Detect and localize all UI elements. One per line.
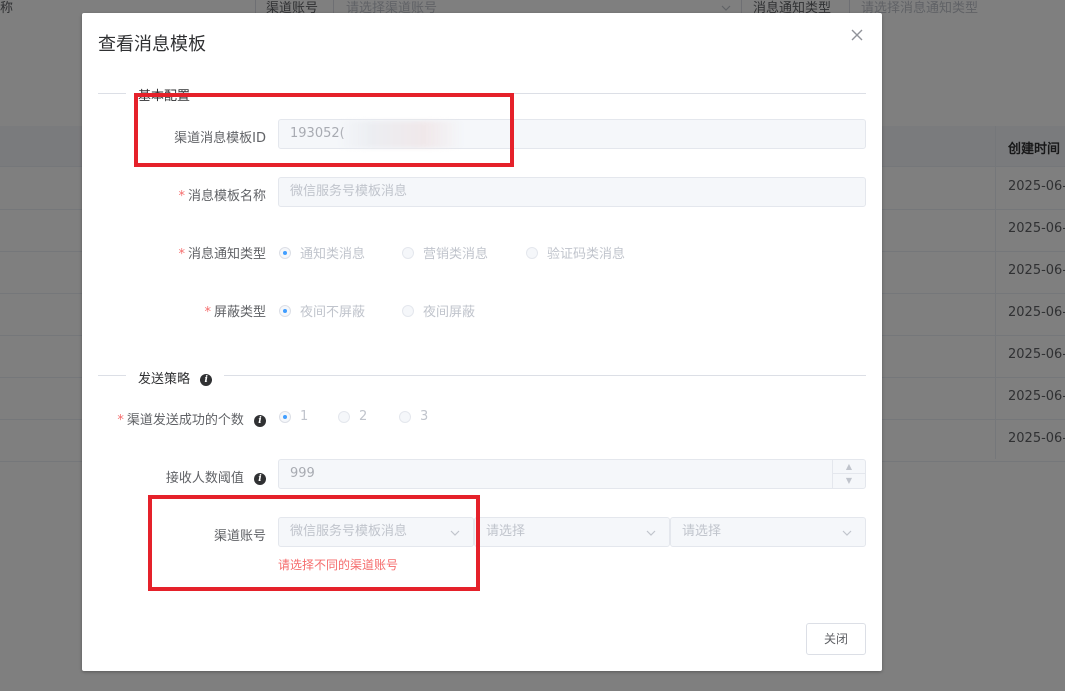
view-template-dialog: 查看消息模板 基本配置 渠道消息模板ID 193052( * 消息模板名称 微信服… — [82, 13, 882, 671]
decrement-button[interactable]: ▼ — [833, 474, 865, 488]
close-button[interactable]: 关闭 — [806, 623, 866, 655]
template-name-label: * 消息模板名称 — [178, 189, 266, 204]
chevron-down-icon — [646, 530, 656, 536]
info-icon[interactable]: i — [200, 373, 213, 386]
channel-account-select-3[interactable]: 请选择 — [670, 517, 866, 547]
receiver-threshold-stepper[interactable]: 999 ▲ ▼ — [278, 459, 866, 489]
increment-button[interactable]: ▲ — [833, 460, 865, 474]
close-icon[interactable] — [847, 25, 867, 45]
success-count-label: * 渠道发送成功的个数 i — [98, 409, 266, 428]
radio-notify-type-verification[interactable]: 验证码类消息 — [526, 243, 625, 262]
radio-success-count-2[interactable]: 2 — [338, 409, 367, 424]
info-icon[interactable]: i — [254, 414, 266, 427]
info-icon[interactable]: i — [254, 472, 266, 485]
dialog-title: 查看消息模板 — [98, 34, 206, 55]
radio-notify-type-marketing[interactable]: 营销类消息 — [402, 243, 488, 262]
radio-success-count-1[interactable]: 1 — [279, 409, 308, 424]
channel-account-select-2[interactable]: 请选择 — [474, 517, 670, 547]
chevron-down-icon — [842, 530, 852, 536]
annotation-highlight-template-id — [134, 93, 514, 167]
mask-type-label: * 屏蔽类型 — [204, 305, 266, 320]
radio-success-count-3[interactable]: 3 — [399, 409, 428, 424]
annotation-highlight-channel-account — [148, 495, 480, 591]
radio-mask-type-night-mask[interactable]: 夜间屏蔽 — [402, 301, 475, 320]
section-title-strategy: 发送策略 i — [126, 368, 225, 387]
receiver-threshold-label: 接收人数阈值 i — [98, 467, 266, 486]
radio-mask-type-no-mask[interactable]: 夜间不屏蔽 — [279, 301, 365, 320]
notify-type-label: * 消息通知类型 — [178, 247, 266, 262]
template-name-input[interactable]: 微信服务号模板消息 — [278, 177, 866, 207]
radio-notify-type-notice[interactable]: 通知类消息 — [279, 243, 365, 262]
